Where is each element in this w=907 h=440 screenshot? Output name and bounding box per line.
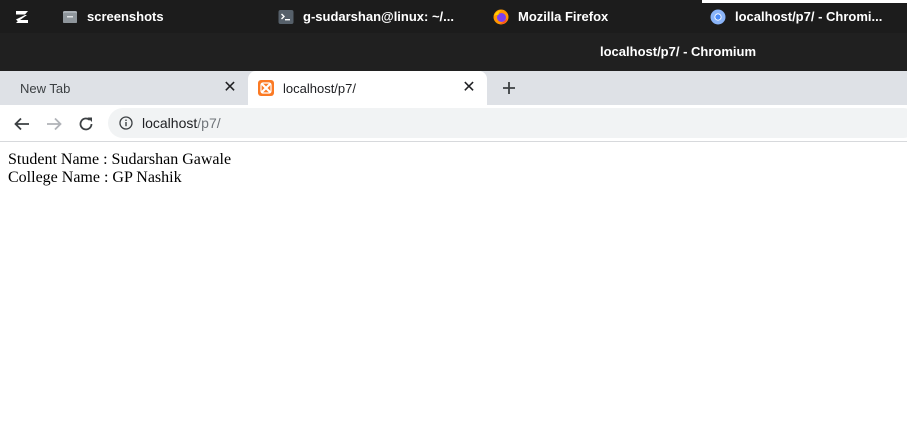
taskbar-item-chromium[interactable]: localhost/p7/ - Chromi...	[710, 0, 907, 33]
taskbar-item-label: screenshots	[87, 9, 164, 24]
arrow-left-icon	[14, 117, 29, 131]
chromium-icon	[710, 9, 726, 25]
reload-button[interactable]	[74, 112, 98, 136]
college-name-line: College Name : GP Nashik	[8, 169, 182, 186]
page-content: Student Name : Sudarshan Gawale College …	[0, 143, 907, 440]
tab-new-tab[interactable]: New Tab ✕	[0, 71, 248, 105]
desktop-taskbar: screenshots g-sudarshan@linux: ~/... Moz…	[0, 0, 907, 33]
firefox-icon	[493, 9, 509, 25]
url-host: localhost	[142, 115, 198, 131]
close-tab-icon[interactable]: ✕	[461, 80, 477, 96]
folder-icon	[62, 9, 78, 25]
new-tab-button[interactable]	[498, 77, 520, 99]
tab-localhost-p7[interactable]: localhost/p7/ ✕	[248, 71, 487, 105]
url-path: /p7/	[197, 115, 221, 131]
zorin-logo-icon[interactable]	[12, 7, 32, 27]
taskbar-item-label: g-sudarshan@linux: ~/...	[303, 9, 455, 24]
back-button[interactable]	[10, 112, 34, 136]
address-bar[interactable]: localhost/p7/	[108, 108, 907, 138]
xampp-favicon-icon	[258, 80, 274, 96]
close-tab-icon[interactable]: ✕	[222, 80, 238, 96]
taskbar-item-terminal[interactable]: g-sudarshan@linux: ~/...	[278, 0, 468, 33]
terminal-icon	[278, 9, 294, 25]
taskbar-item-label: Mozilla Firefox	[518, 9, 609, 24]
forward-button[interactable]	[42, 112, 66, 136]
taskbar-item-firefox[interactable]: Mozilla Firefox	[493, 0, 608, 33]
plus-icon	[503, 82, 515, 94]
browser-toolbar: localhost/p7/	[0, 105, 907, 142]
info-icon[interactable]	[119, 116, 133, 130]
reload-icon	[79, 117, 93, 131]
window-titlebar[interactable]: localhost/p7/ - Chromium	[0, 33, 907, 71]
taskbar-item-label: localhost/p7/ - Chromi...	[735, 9, 883, 24]
tab-strip: New Tab ✕ localhost/p7/ ✕	[0, 71, 907, 105]
arrow-right-icon	[47, 117, 62, 131]
tab-label: New Tab	[20, 80, 71, 96]
taskbar-item-screenshots[interactable]: screenshots	[62, 0, 164, 33]
tab-label: localhost/p7/	[283, 80, 356, 96]
window-title: localhost/p7/ - Chromium	[600, 44, 757, 59]
student-name-line: Student Name : Sudarshan Gawale	[8, 151, 232, 168]
